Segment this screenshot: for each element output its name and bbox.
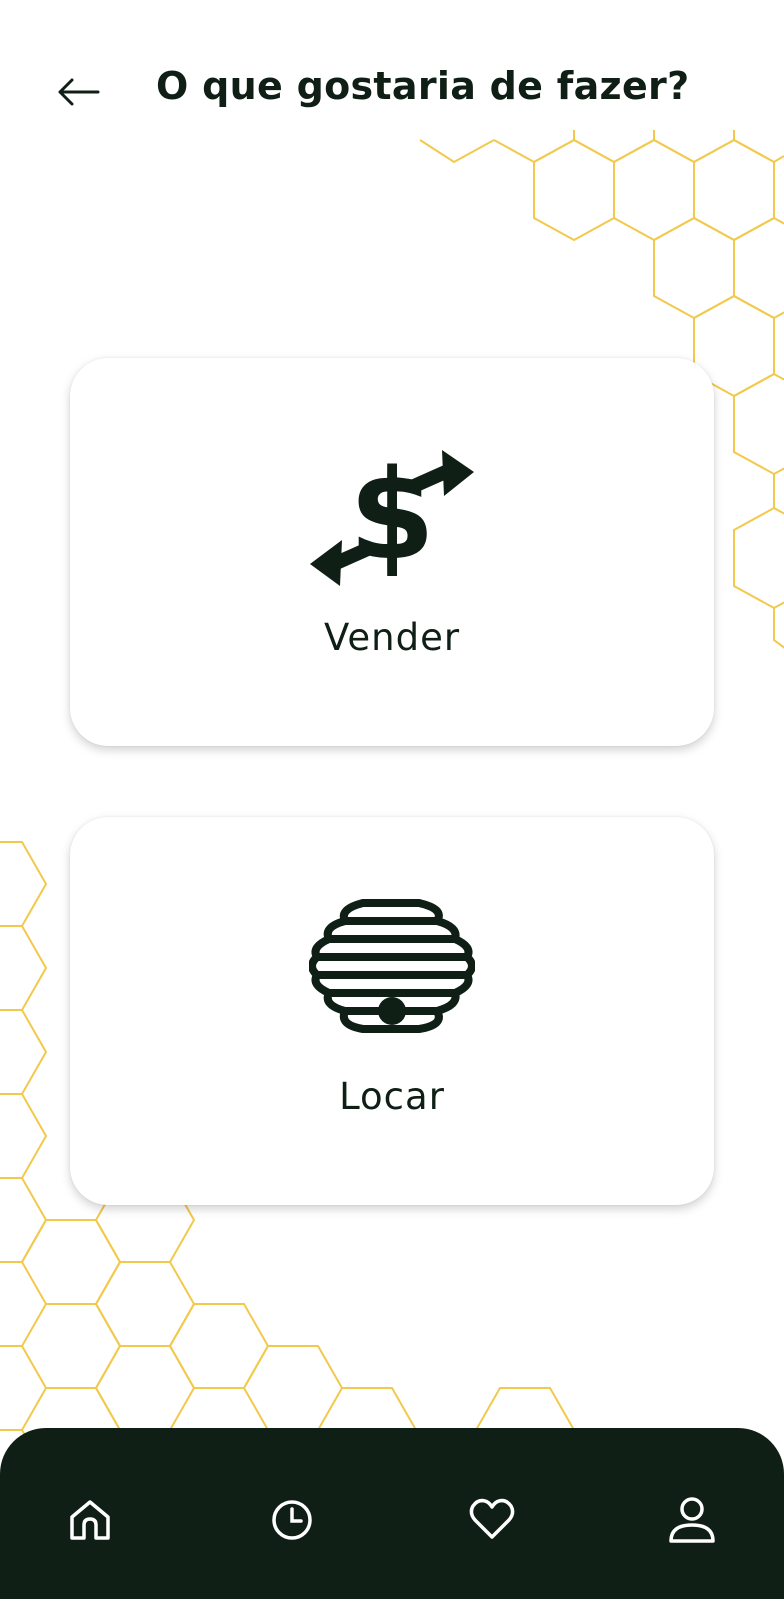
- option-card-vender[interactable]: $ Vender: [70, 358, 714, 746]
- page-title: O que gostaria de fazer?: [156, 64, 690, 108]
- svg-text:$: $: [349, 444, 435, 588]
- nav-home[interactable]: [62, 1492, 118, 1548]
- nav-profile[interactable]: [664, 1492, 720, 1548]
- nav-favorites[interactable]: [464, 1492, 520, 1548]
- beehive-icon: [309, 899, 475, 1033]
- option-card-locar[interactable]: Locar: [70, 817, 714, 1205]
- option-label-vender: Vender: [323, 616, 461, 659]
- nav-history[interactable]: [264, 1492, 320, 1548]
- home-icon: [70, 1500, 110, 1540]
- clock-icon: [272, 1500, 312, 1540]
- option-label-locar: Locar: [339, 1075, 445, 1118]
- dollar-exchange-icon: $: [310, 444, 474, 588]
- bottom-navigation: [0, 1428, 784, 1599]
- heart-icon: [469, 1498, 515, 1539]
- arrow-left-icon: [58, 78, 100, 106]
- header: O que gostaria de fazer?: [0, 58, 784, 128]
- back-button[interactable]: [54, 72, 102, 112]
- user-icon: [669, 1497, 715, 1543]
